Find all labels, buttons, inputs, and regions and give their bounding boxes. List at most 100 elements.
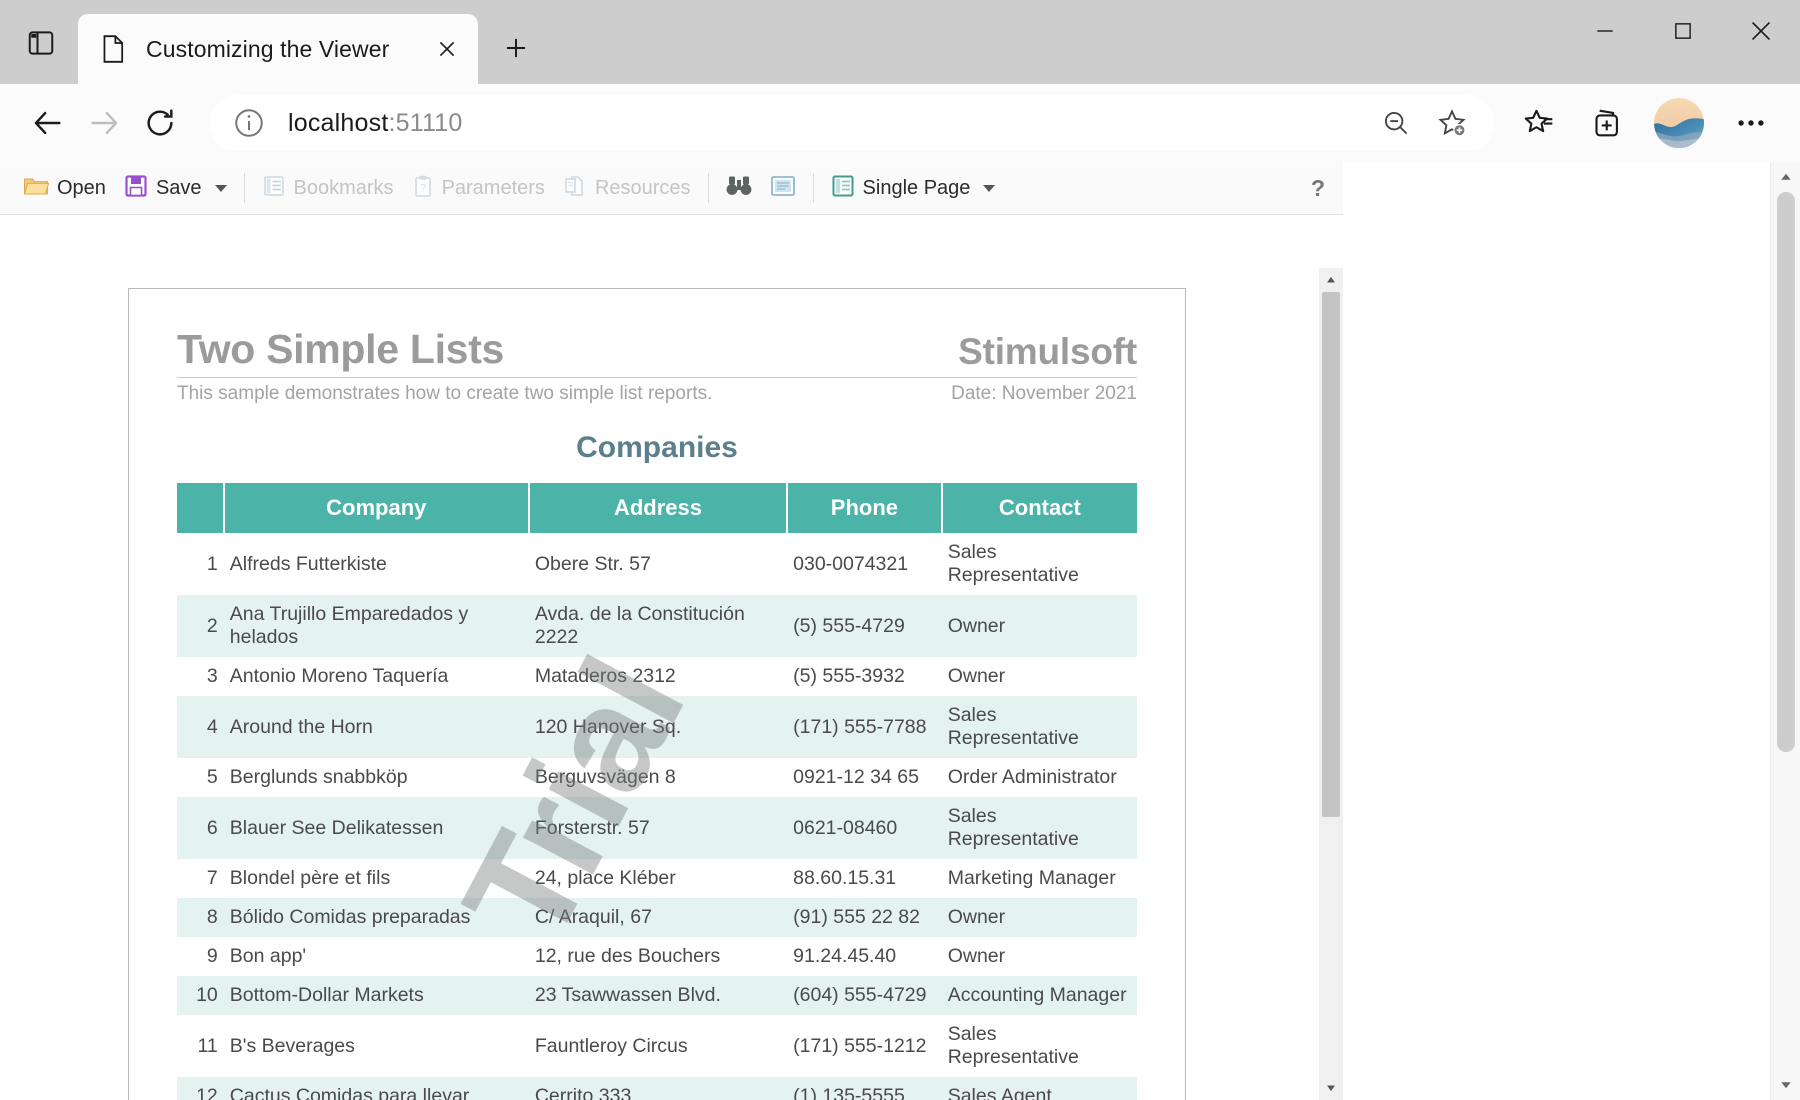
scroll-up-icon[interactable] — [1319, 268, 1343, 292]
tab-actions-icon[interactable] — [8, 12, 74, 74]
view-mode-label: Single Page — [862, 176, 971, 199]
url-text: localhost:51110 — [288, 109, 462, 138]
row-address: 23 Tsawwassen Blvd. — [528, 976, 788, 1015]
table-row: 8 Bólido Comidas preparadas C/ Araquil, 67… — [177, 898, 1137, 937]
row-phone: 88.60.15.31 — [793, 867, 897, 889]
maximize-button[interactable] — [1644, 0, 1722, 62]
omnibox-actions — [1370, 97, 1478, 149]
row-address: Berguvsvägen 8 — [534, 766, 676, 788]
header-address: Address — [528, 483, 789, 533]
viewer-scroll-thumb[interactable] — [1322, 292, 1340, 817]
toolbar-divider — [812, 173, 814, 203]
report-brand: Stimulsoft — [958, 331, 1137, 372]
page-scroll-down-icon[interactable] — [1771, 1070, 1800, 1100]
toolbar-divider — [243, 173, 245, 203]
bookmarks-label: Bookmarks — [293, 176, 394, 199]
row-company: Antonio Moreno Taquería — [229, 665, 449, 687]
row-contact: Owner — [941, 898, 1137, 937]
row-company: Bottom-Dollar Markets — [223, 976, 529, 1015]
row-phone: 030-0074321 — [793, 552, 909, 575]
full-screen-button[interactable] — [761, 167, 805, 210]
row-phone: (171) 555-7788 — [787, 696, 942, 758]
add-favorite-icon[interactable] — [1426, 97, 1478, 149]
browser-tab[interactable]: Customizing the Viewer — [78, 14, 478, 84]
table-row: 3 Antonio Moreno Taquería Mataderos 2312 (5… — [177, 657, 1137, 696]
row-contact: Marketing Manager — [947, 867, 1116, 889]
row-phone: (1) 135-5555 — [787, 1077, 942, 1100]
parameters-label: Parameters — [441, 176, 545, 199]
row-contact: Accounting Manager — [941, 976, 1137, 1015]
help-button[interactable]: ? — [1311, 175, 1325, 202]
favorites-icon[interactable] — [1510, 94, 1568, 152]
row-contact: Owner — [947, 945, 1006, 967]
row-company: Blauer See Delikatessen — [223, 797, 529, 859]
companies-table: Company Address Phone Contact 1 Alfreds F… — [177, 483, 1137, 1100]
close-tab-icon[interactable] — [426, 28, 468, 70]
address-bar[interactable]: localhost:51110 — [210, 95, 1494, 151]
row-company: Around the Horn — [223, 696, 529, 758]
page-scroll-track[interactable] — [1771, 192, 1800, 1070]
save-chevron-down-icon[interactable] — [214, 184, 227, 192]
row-address: Fauntleroy Circus — [534, 1034, 688, 1057]
parameters-button[interactable]: ? Parameters — [403, 167, 554, 210]
row-index: 1 — [206, 552, 218, 575]
view-mode-button[interactable]: Single Page — [822, 167, 1005, 210]
header-phone: Phone — [787, 483, 943, 533]
reload-button[interactable] — [132, 95, 188, 151]
resources-button[interactable]: Resources — [554, 167, 700, 210]
parameters-icon: ? — [412, 174, 434, 203]
title-bar: Customizing the Viewer — [0, 0, 1800, 84]
view-mode-chevron-down-icon[interactable] — [983, 184, 996, 192]
save-button[interactable]: Save — [115, 167, 236, 210]
close-window-button[interactable] — [1722, 0, 1800, 62]
minimize-button[interactable] — [1566, 0, 1644, 62]
open-label: Open — [57, 176, 106, 199]
report-page: Two Simple Lists Stimulsoft This sample … — [128, 288, 1186, 1100]
svg-text:?: ? — [420, 182, 426, 194]
row-company: Blondel père et fils — [229, 867, 391, 889]
scroll-down-icon[interactable] — [1319, 1076, 1343, 1100]
tab-title: Customizing the Viewer — [146, 35, 390, 62]
row-index: 2 — [177, 595, 224, 657]
collections-icon[interactable] — [1578, 94, 1636, 152]
single-page-icon — [831, 174, 855, 203]
row-company: Bólido Comidas preparadas — [223, 898, 529, 937]
viewer-scrollbar[interactable] — [1319, 268, 1343, 1100]
open-folder-icon — [23, 175, 50, 202]
more-options-icon[interactable] — [1722, 94, 1780, 152]
row-phone: (5) 555-4729 — [787, 595, 942, 657]
page-scroll-thumb[interactable] — [1776, 192, 1795, 752]
row-phone: (5) 555-3932 — [793, 665, 905, 687]
row-index: 5 — [206, 766, 218, 788]
row-index: 12 — [177, 1077, 224, 1100]
row-phone: (171) 555-1212 — [793, 1034, 927, 1057]
resources-icon — [563, 174, 587, 203]
table-row: 7 Blondel père et fils 24, place Kléber 88.… — [177, 859, 1137, 898]
report-header: Two Simple Lists Stimulsoft — [177, 329, 1137, 372]
forward-button[interactable] — [76, 95, 132, 151]
page-scroll-up-icon[interactable] — [1771, 162, 1800, 192]
row-index: 4 — [177, 696, 224, 758]
open-button[interactable]: Open — [14, 167, 115, 210]
site-info-icon[interactable] — [232, 106, 266, 140]
row-address: Cerrito 333 — [528, 1077, 788, 1100]
full-screen-icon — [770, 175, 796, 202]
table-row: 1 Alfreds Futterkiste Obere Str. 57 030-007… — [177, 533, 1137, 595]
header-divider — [177, 377, 1137, 378]
row-phone: 0921-12 34 65 — [793, 766, 919, 788]
table-row: 2 Ana Trujillo Emparedados y helados Avda.… — [177, 595, 1137, 657]
bookmarks-button[interactable]: Bookmarks — [253, 167, 403, 210]
viewer-scroll-track[interactable] — [1319, 292, 1343, 1076]
row-contact: Sales Agent — [941, 1077, 1137, 1100]
row-index: 11 — [197, 1034, 218, 1057]
new-tab-button[interactable] — [492, 24, 540, 72]
profile-avatar[interactable] — [1654, 98, 1704, 148]
zoom-out-icon[interactable] — [1370, 97, 1422, 149]
header-company: Company — [223, 483, 530, 533]
row-company: Berglunds snabbköp — [229, 766, 408, 788]
browser-scrollbar[interactable] — [1770, 162, 1800, 1100]
back-button[interactable] — [20, 95, 76, 151]
row-index: 3 — [206, 665, 218, 687]
find-button[interactable] — [717, 167, 761, 210]
row-index: 6 — [177, 797, 224, 859]
